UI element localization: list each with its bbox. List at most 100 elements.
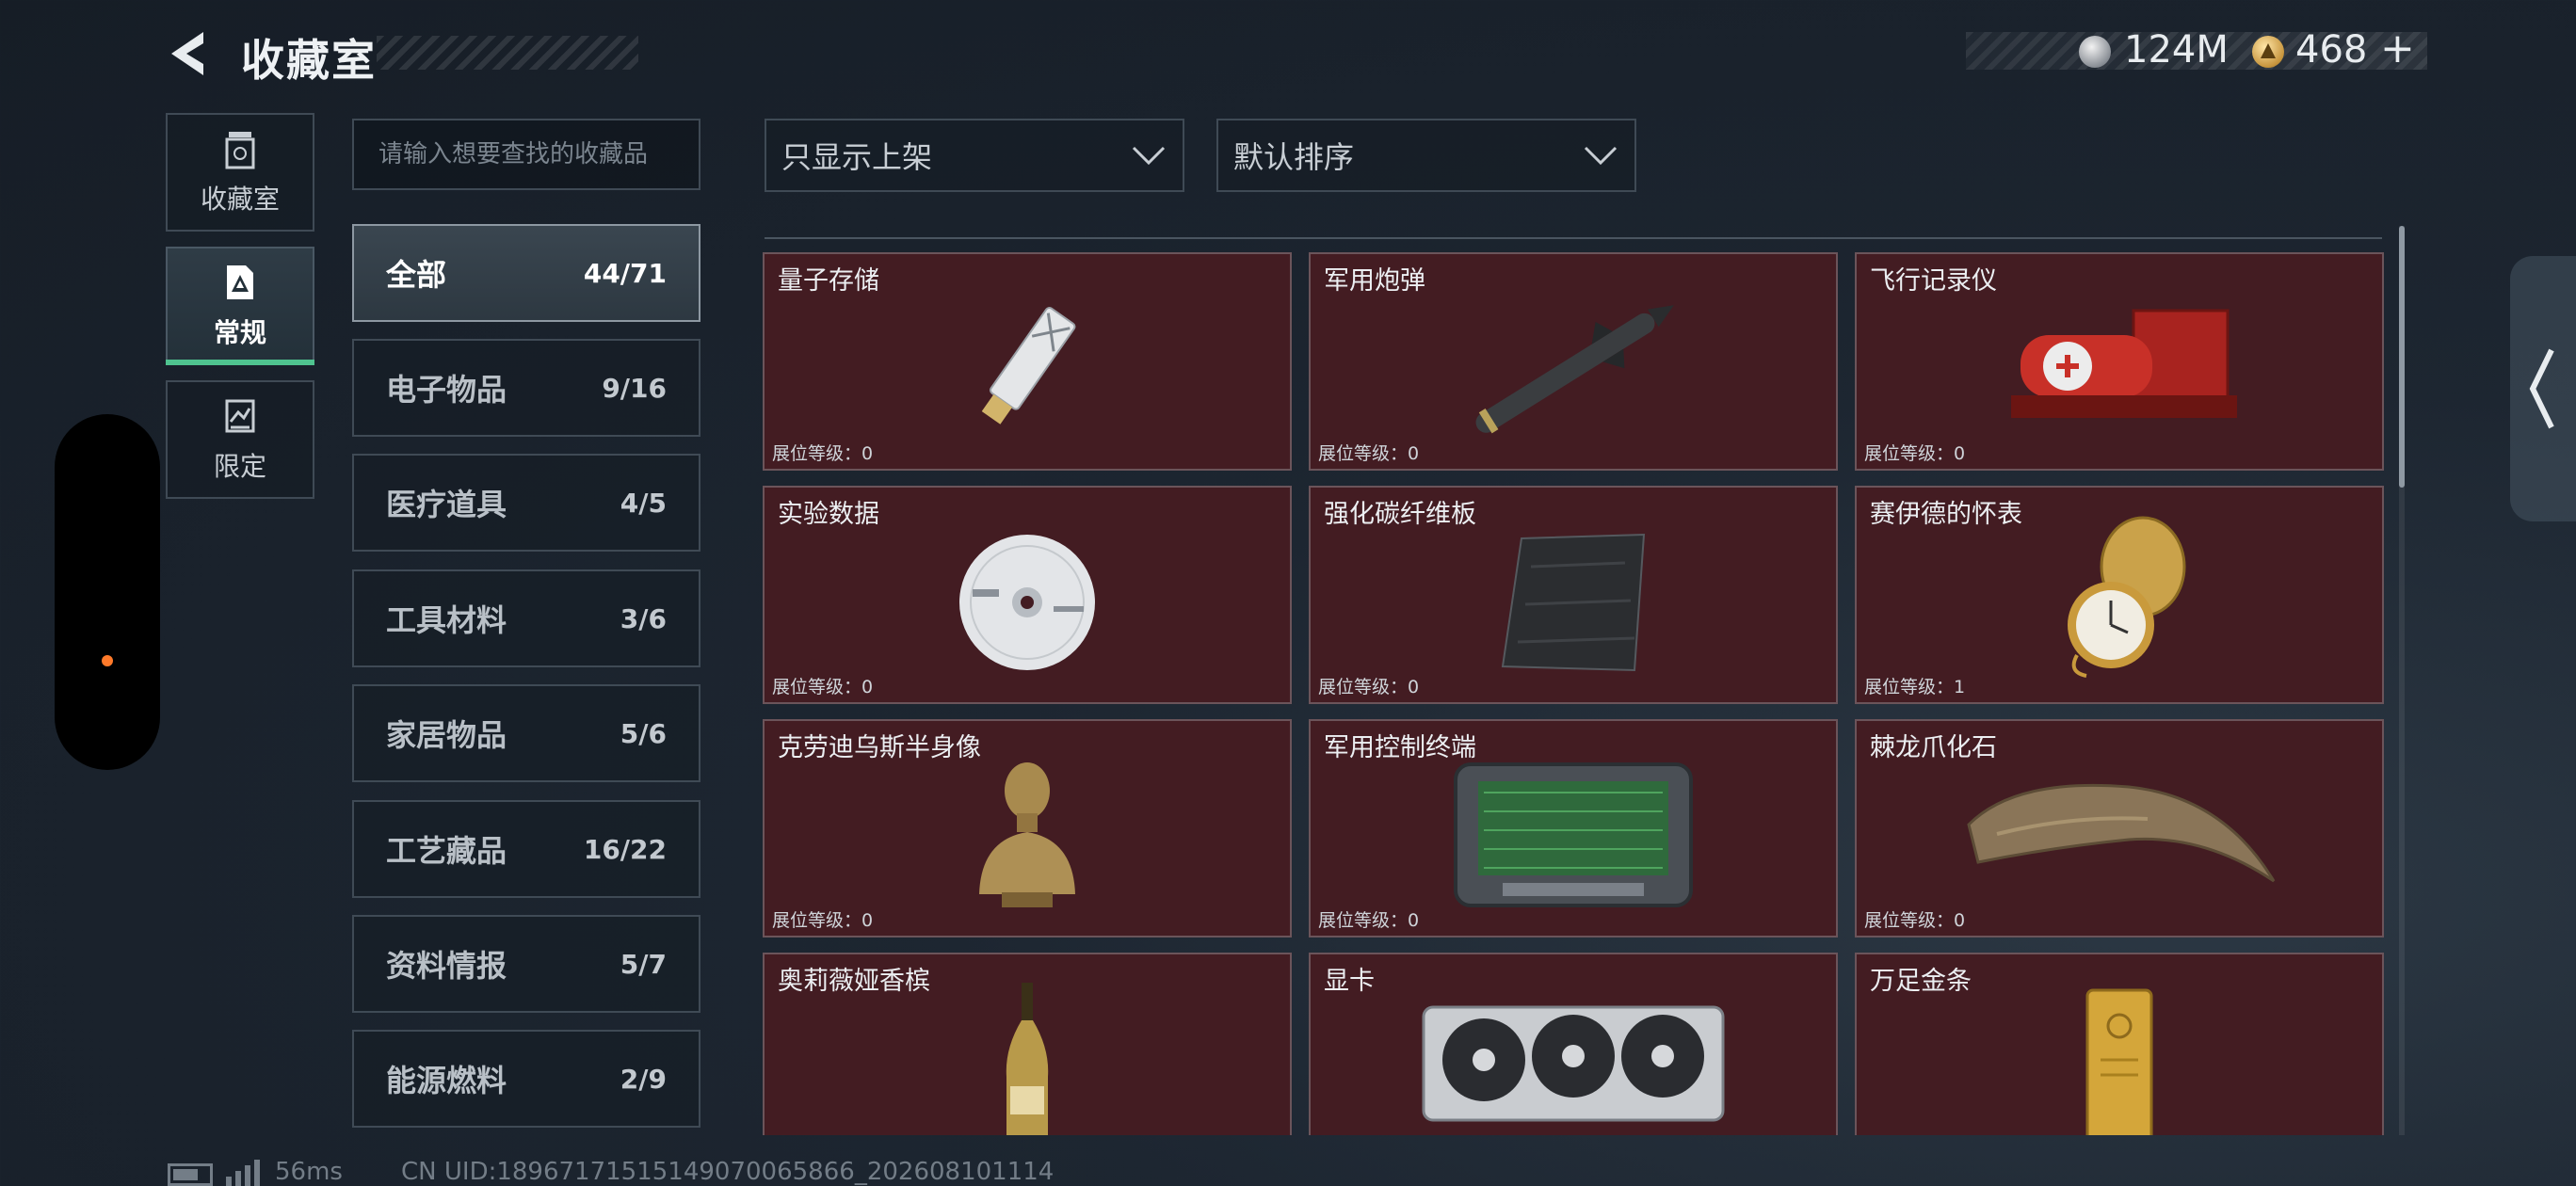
category-count: 16/22	[583, 833, 667, 865]
status-dot	[102, 655, 113, 666]
chevron-down-icon	[1132, 146, 1166, 166]
usb-drive-icon	[981, 307, 1076, 425]
category-intel[interactable]: 资料情报 5/7	[352, 915, 700, 1013]
chevron-down-icon	[1584, 146, 1618, 166]
item-card-claudius-bust[interactable]: 克劳迪乌斯半身像 展位等级：0	[763, 719, 1292, 938]
claw-fossil-icon	[1967, 783, 2276, 883]
item-card-pocket-watch[interactable]: 赛伊德的怀表 展位等级：1	[1855, 486, 2384, 704]
missile-icon	[1475, 305, 1674, 434]
rail-label: 限定	[213, 451, 266, 482]
scroll-icon	[225, 399, 255, 433]
item-card-military-shell[interactable]: 军用炮弹 展位等级：0	[1309, 252, 1838, 471]
item-level: 展位等级：0	[1318, 677, 1420, 697]
category-label: 电子物品	[386, 372, 507, 408]
dropdown-value: 默认排序	[1233, 139, 1355, 175]
item-name: 实验数据	[778, 500, 879, 529]
disc-icon	[959, 535, 1095, 670]
category-label: 资料情报	[386, 948, 507, 984]
item-card-claw-fossil[interactable]: 棘龙爪化石 展位等级：0	[1855, 719, 2384, 938]
flight-recorder-icon	[2011, 309, 2237, 418]
category-household[interactable]: 家居物品 5/6	[352, 684, 700, 782]
item-level: 展位等级：0	[1318, 443, 1420, 464]
item-card-flight-recorder[interactable]: 飞行记录仪 展位等级：0	[1855, 252, 2384, 471]
silver-coin-icon	[2079, 36, 2111, 68]
category-count: 9/16	[602, 372, 667, 404]
grid-scrollbar-thumb[interactable]	[2399, 226, 2405, 488]
item-level: 展位等级：0	[1864, 910, 1966, 931]
category-electronics[interactable]: 电子物品 9/16	[352, 339, 700, 437]
item-card-graphics-card[interactable]: 显卡	[1309, 953, 1838, 1135]
silver-currency-amount: 124M	[2124, 28, 2229, 72]
item-name: 量子存储	[778, 266, 879, 296]
item-name: 万足金条	[1870, 967, 1972, 996]
item-name: 奥莉薇娅香槟	[778, 967, 930, 996]
item-card-olivia-champagne[interactable]: 奥莉薇娅香槟	[763, 953, 1292, 1135]
back-arrow-icon[interactable]	[166, 28, 213, 79]
title-decoration	[377, 36, 638, 70]
terminal-icon	[1454, 762, 1693, 907]
category-label: 工艺藏品	[386, 833, 507, 869]
category-label: 医疗道具	[386, 487, 507, 522]
add-currency-button[interactable]: +	[2380, 24, 2415, 72]
gold-bar-icon	[2085, 988, 2153, 1135]
category-count: 2/9	[620, 1063, 667, 1095]
rail-item-collection-room[interactable]: 收藏室	[166, 113, 314, 232]
carbon-plate-icon	[1501, 533, 1646, 672]
sort-dropdown[interactable]: 默认排序	[1216, 119, 1636, 192]
item-name: 赛伊德的怀表	[1870, 500, 2022, 529]
side-drag-handle[interactable]	[55, 414, 160, 770]
item-card-carbon-fiber-plate[interactable]: 强化碳纤维板 展位等级：0	[1309, 486, 1838, 704]
item-level: 展位等级：1	[1864, 677, 1966, 697]
category-tools[interactable]: 工具材料 3/6	[352, 569, 700, 667]
display-filter-dropdown[interactable]: 只显示上架	[765, 119, 1184, 192]
page-title: 收藏室	[241, 35, 377, 86]
item-level: 展位等级：0	[772, 677, 874, 697]
rail-item-limited[interactable]: 限定	[166, 380, 314, 499]
item-level: 展位等级：0	[1318, 910, 1420, 931]
category-all[interactable]: 全部 44/71	[352, 224, 700, 322]
item-name: 军用炮弹	[1324, 266, 1425, 296]
item-level: 展位等级：0	[1864, 443, 1966, 464]
item-card-experiment-data[interactable]: 实验数据 展位等级：0	[763, 486, 1292, 704]
category-count: 3/6	[620, 602, 667, 634]
collection-search-input[interactable]	[352, 119, 700, 190]
dropdown-value: 只显示上架	[781, 139, 933, 175]
battery-icon	[168, 1163, 213, 1186]
rail-label: 收藏室	[200, 184, 280, 215]
divider	[765, 237, 2382, 239]
category-count: 4/5	[620, 487, 667, 519]
champagne-icon	[1006, 983, 1049, 1135]
item-name: 强化碳纤维板	[1324, 500, 1476, 529]
rail-label: 常规	[213, 317, 266, 348]
chevron-left-icon	[2529, 348, 2554, 429]
ping-text: 56ms	[275, 1158, 343, 1186]
graphics-card-icon	[1422, 1005, 1725, 1122]
category-crafts[interactable]: 工艺藏品 16/22	[352, 800, 700, 898]
category-label: 工具材料	[386, 602, 507, 638]
item-name: 棘龙爪化石	[1870, 733, 1997, 762]
pocket-watch-icon	[2068, 516, 2186, 678]
item-name: 显卡	[1324, 967, 1375, 996]
user-id-text: CN UID:18967171515149070065866_202608101…	[401, 1158, 1055, 1186]
category-label: 能源燃料	[386, 1063, 507, 1098]
item-card-military-terminal[interactable]: 军用控制终端 展位等级：0	[1309, 719, 1838, 938]
item-level: 展位等级：0	[772, 443, 874, 464]
category-label: 家居物品	[386, 717, 507, 753]
category-medical[interactable]: 医疗道具 4/5	[352, 454, 700, 552]
category-energy[interactable]: 能源燃料 2/9	[352, 1030, 700, 1128]
side-panel-toggle[interactable]	[2510, 256, 2576, 521]
gold-currency-amount: 468	[2295, 28, 2368, 72]
collection-grid: 量子存储 展位等级：0 军用炮弹 展位等级：0 飞行记录仪 展位等级：0 实验数…	[763, 252, 2386, 1135]
category-count: 44/71	[583, 257, 667, 289]
rail-item-regular[interactable]: 常规	[166, 247, 314, 365]
item-name: 克劳迪乌斯半身像	[778, 733, 981, 762]
gold-coin-icon	[2252, 36, 2284, 68]
item-name: 飞行记录仪	[1870, 266, 1997, 296]
category-label: 全部	[386, 257, 447, 293]
item-card-quantum-storage[interactable]: 量子存储 展位等级：0	[763, 252, 1292, 471]
triangle-document-icon	[227, 265, 253, 299]
bust-icon	[979, 762, 1075, 907]
trash-bin-icon	[225, 132, 255, 169]
item-card-gold-bar[interactable]: 万足金条	[1855, 953, 2384, 1135]
category-count: 5/6	[620, 717, 667, 749]
